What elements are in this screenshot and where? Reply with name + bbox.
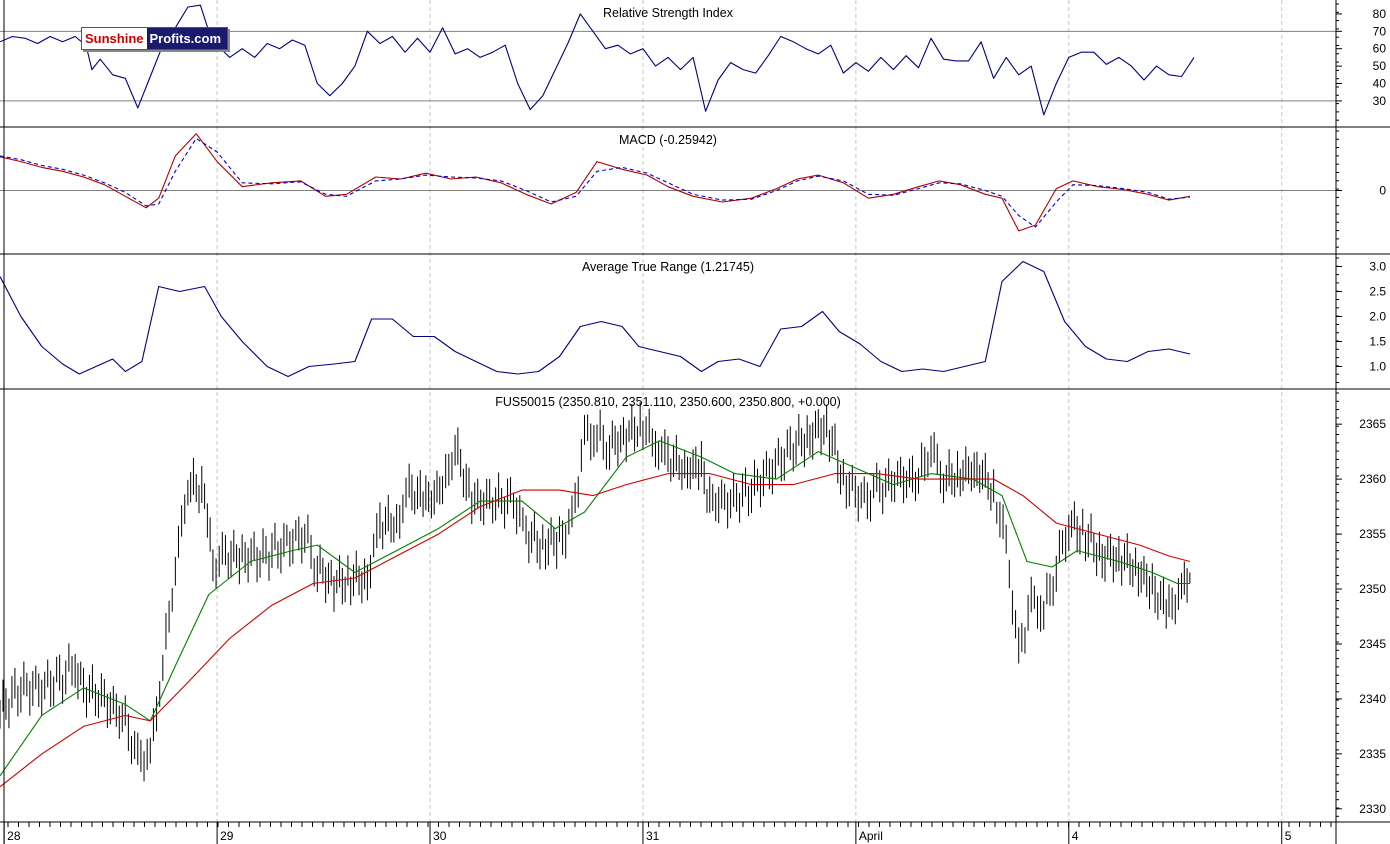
series-line-3-1 <box>0 440 1190 777</box>
y-tick-label-1-0: 0 <box>1379 184 1386 198</box>
x-tick-label-6: 5 <box>1285 829 1292 843</box>
y-tick-label-0-2: 50 <box>1373 59 1387 73</box>
frame-layer <box>0 0 1390 844</box>
panel-title-1: MACD (-0.25942) <box>619 133 717 147</box>
y-tick-label-0-3: 60 <box>1373 42 1387 56</box>
x-tick-label-5: 4 <box>1072 829 1079 843</box>
y-tick-label-3-2: 2340 <box>1359 692 1386 706</box>
series-line-1-0 <box>0 133 1190 232</box>
x-tick-label-3: 31 <box>646 829 660 843</box>
y-tick-label-3-6: 2360 <box>1359 472 1386 486</box>
y-tick-label-3-3: 2345 <box>1359 637 1386 651</box>
grid-layer <box>0 0 1336 822</box>
y-tick-label-0-5: 80 <box>1373 7 1387 21</box>
text-layer: 30 40 50 60 70 80 Relative Strength Index 0 MACD… <box>7 6 1386 843</box>
x-tick-label-0: 28 <box>7 829 21 843</box>
y-tick-label-3-5: 2355 <box>1359 527 1386 541</box>
panel-title-0: Relative Strength Index <box>603 6 734 20</box>
x-tick-label-2: 30 <box>433 829 447 843</box>
panel-title-2: Average True Range (1.21745) <box>582 260 754 274</box>
y-tick-label-0-1: 40 <box>1373 77 1387 91</box>
x-tick-label-4: April <box>859 829 883 843</box>
logo-text-profits: Profits.com <box>146 28 228 49</box>
multi-panel-chart: 30 40 50 60 70 80 Relative Strength Index 0 MACD… <box>0 0 1390 844</box>
y-tick-label-3-1: 2335 <box>1359 747 1386 761</box>
y-tick-label-0-4: 70 <box>1373 24 1387 38</box>
logo-text-sunshine: Sunshine <box>85 31 144 46</box>
sunshine-profits-logo: Sunshine Profits.com <box>81 27 229 50</box>
price-bars <box>0 402 1191 782</box>
x-tick-label-1: 29 <box>220 829 234 843</box>
series-line-2-0 <box>0 260 1191 378</box>
series-line-0-0 <box>0 4 1195 116</box>
y-tick-label-0-0: 30 <box>1373 94 1387 108</box>
panel-title-3: FUS50015 (2350.810, 2351.110, 2350.600, … <box>495 395 841 409</box>
y-tick-label-2-2: 2.0 <box>1369 310 1386 324</box>
y-tick-label-2-1: 1.5 <box>1369 335 1386 349</box>
y-tick-label-3-4: 2350 <box>1359 582 1386 596</box>
y-tick-label-3-0: 2330 <box>1359 802 1386 816</box>
y-tick-label-2-0: 1.0 <box>1369 360 1386 374</box>
y-tick-label-2-4: 3.0 <box>1369 260 1386 274</box>
y-tick-label-3-7: 2365 <box>1359 417 1386 431</box>
y-tick-label-2-3: 2.5 <box>1369 285 1386 299</box>
